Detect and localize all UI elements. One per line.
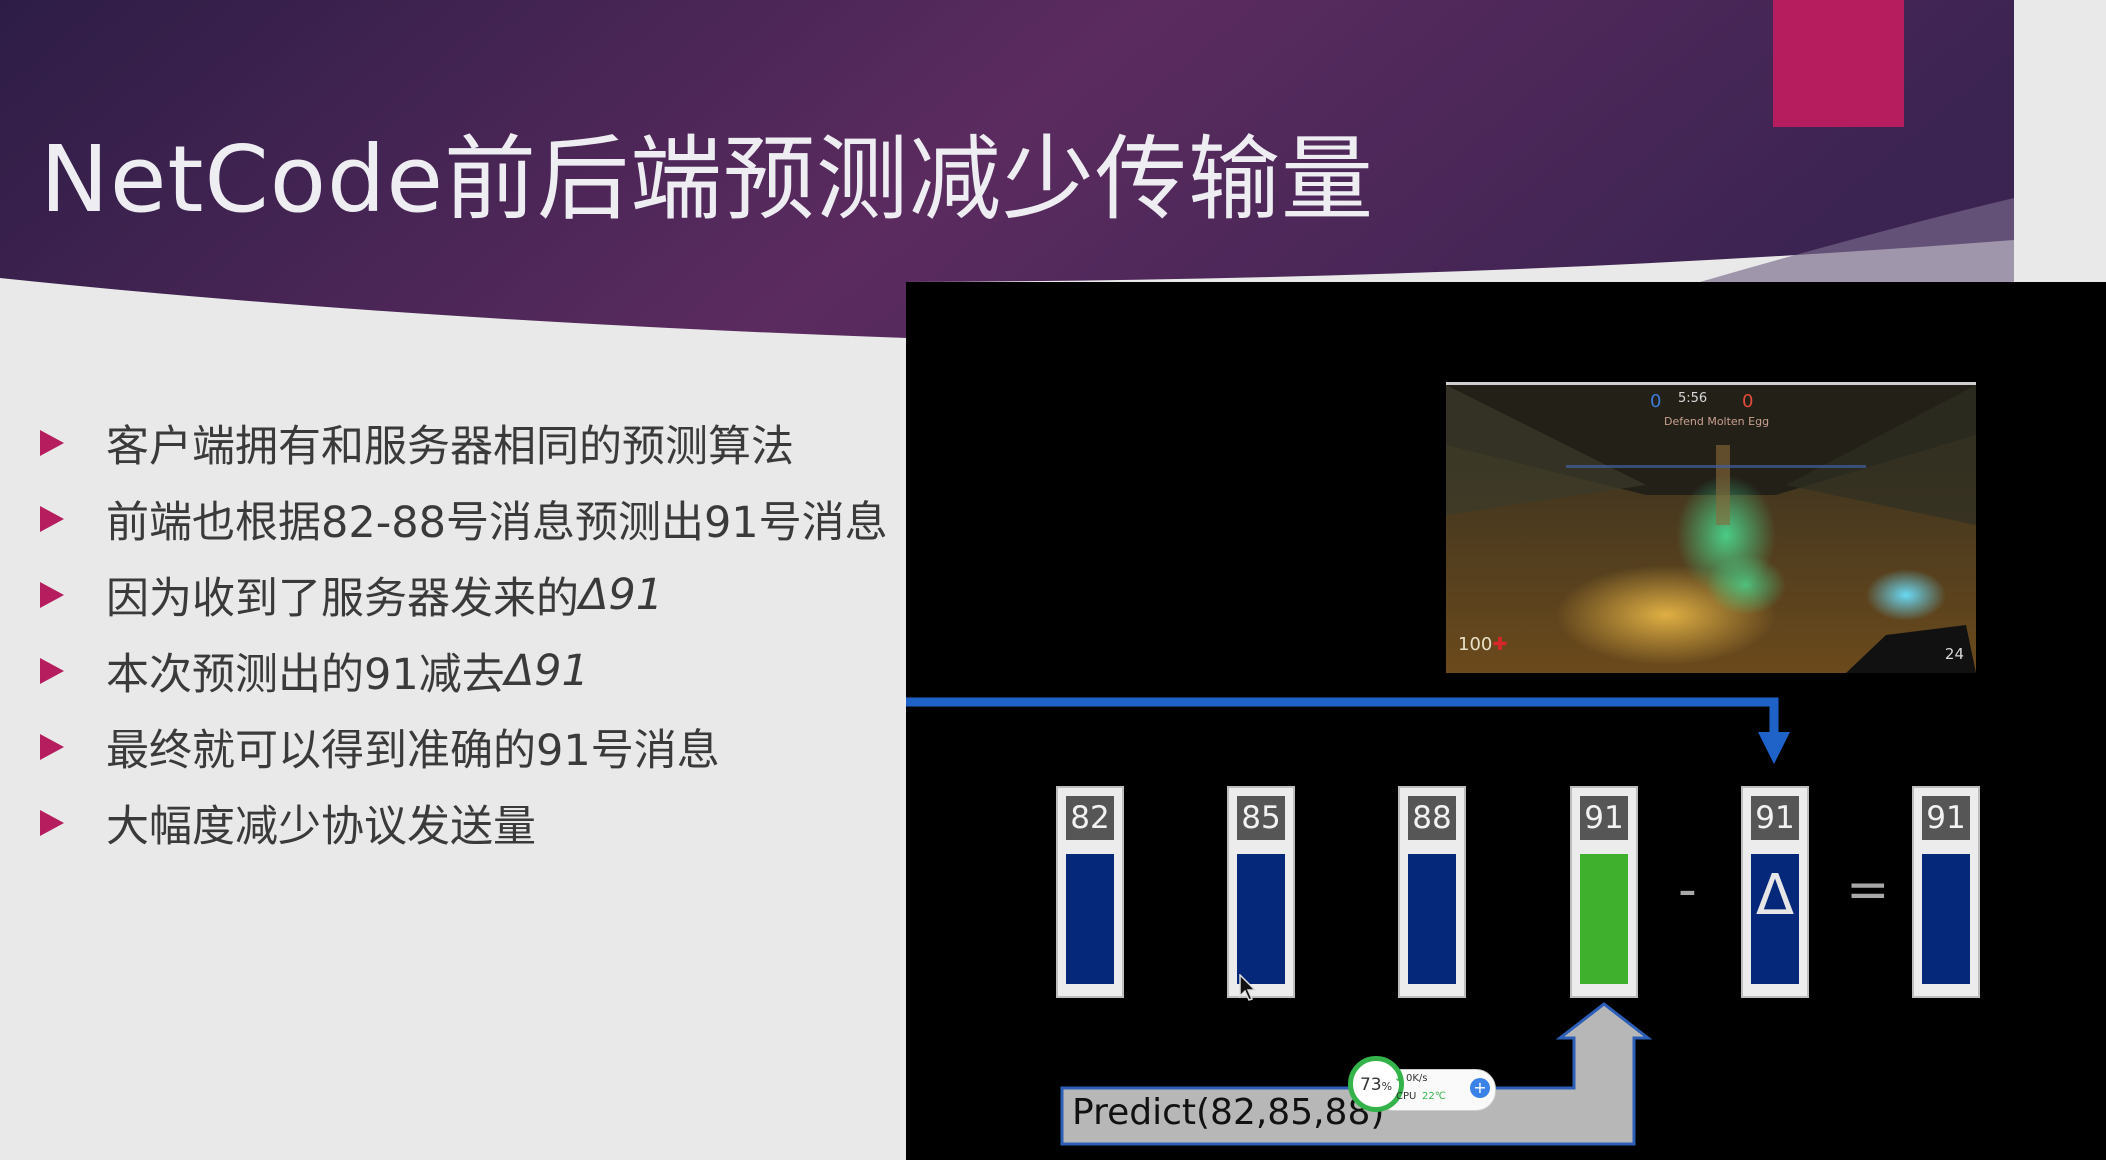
bullet-item: 大幅度减少协议发送量	[36, 785, 888, 861]
triangle-bullet-icon	[40, 506, 64, 532]
presentation-slide: NetCode前后端预测减少传输量 客户端拥有和服务器相同的预测算法 前端也根据…	[0, 0, 2106, 1160]
predict-label: Predict(82,85,88)	[1072, 1092, 1385, 1133]
system-monitor-widget[interactable]: 73% ↓ 0K/s CPU 22℃ +	[1348, 1056, 1496, 1120]
bullet-list: 客户端拥有和服务器相同的预测算法 前端也根据82-88号消息预测出91号消息 因…	[36, 405, 888, 861]
cpu-label: CPU	[1396, 1091, 1417, 1102]
download-arrow-icon: ↓	[1394, 1073, 1403, 1084]
triangle-bullet-icon	[40, 658, 64, 684]
triangle-bullet-icon	[40, 810, 64, 836]
memory-usage-ring[interactable]: 73%	[1348, 1056, 1404, 1112]
embedded-video[interactable]: 0 5:56 0 Defend Molten Egg 100✚ 24 82 85…	[906, 282, 2106, 1160]
memory-percent-unit: %	[1381, 1080, 1393, 1093]
bullet-text: 前端也根据82-88号消息预测出91号消息	[106, 498, 888, 548]
mouse-cursor-icon	[1239, 974, 1257, 1001]
slide-title: NetCode前后端预测减少传输量	[40, 126, 1375, 233]
delta-91-text: Δ91	[579, 570, 664, 620]
accent-block	[1773, 0, 1904, 127]
bullet-text: 因为收到了服务器发来的	[106, 574, 579, 624]
triangle-bullet-icon	[40, 734, 64, 760]
bullet-item: 最终就可以得到准确的91号消息	[36, 709, 888, 785]
delta-91-text: Δ91	[504, 646, 589, 696]
memory-percent: 73	[1359, 1075, 1382, 1095]
bullet-item: 客户端拥有和服务器相同的预测算法	[36, 405, 888, 481]
bullet-item: 本次预测出的91减去 Δ91	[36, 633, 888, 709]
triangle-bullet-icon	[40, 430, 64, 456]
bullet-text: 本次预测出的91减去	[106, 650, 505, 700]
bullet-item: 前端也根据82-88号消息预测出91号消息	[36, 481, 888, 557]
boost-button[interactable]: +	[1470, 1078, 1490, 1098]
net-speed: 0K/s	[1406, 1073, 1428, 1084]
cpu-temp: 22℃	[1422, 1091, 1446, 1102]
predict-arrow	[1060, 1002, 1653, 1146]
triangle-bullet-icon	[40, 582, 64, 608]
bullet-text: 最终就可以得到准确的91号消息	[106, 726, 720, 776]
bullet-text: 大幅度减少协议发送量	[106, 802, 536, 852]
bullet-text: 客户端拥有和服务器相同的预测算法	[106, 422, 794, 472]
bullet-item: 因为收到了服务器发来的 Δ91	[36, 557, 888, 633]
